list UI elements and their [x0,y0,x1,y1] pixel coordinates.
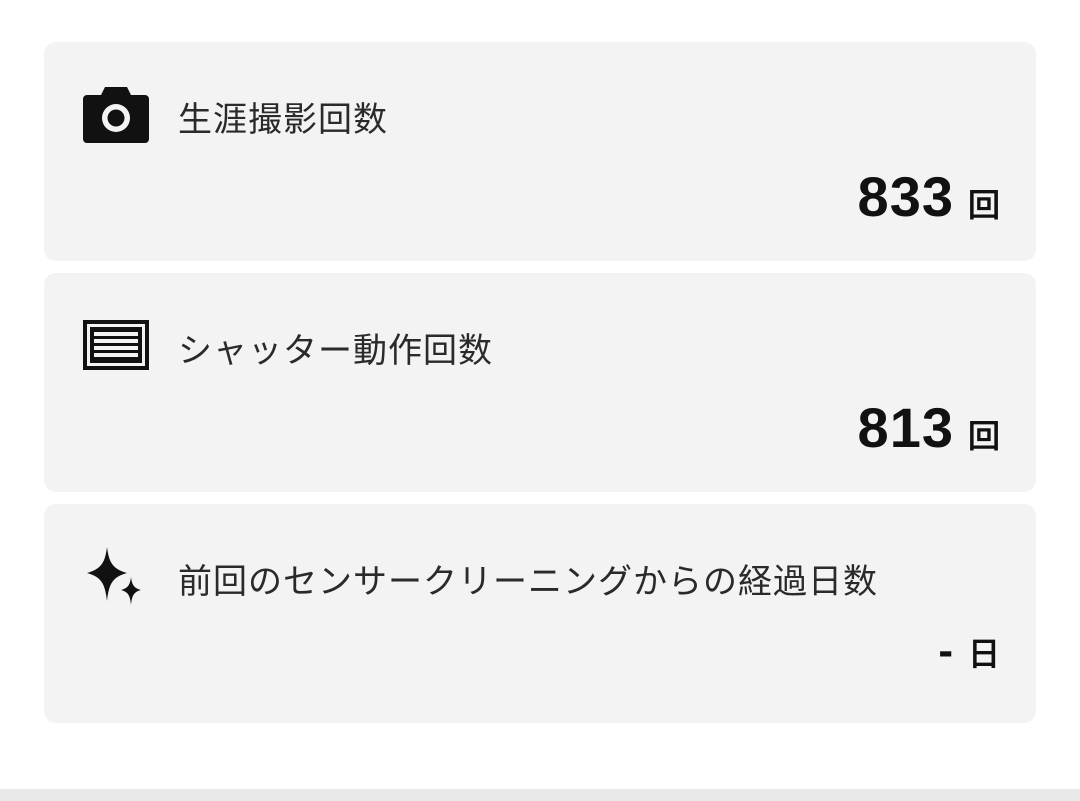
days-since-cleaning-label: 前回のセンサークリーニングからの経過日数 [178,562,878,602]
shutter-count-unit: 回 [967,417,1000,455]
shutter-count-card: シャッター動作回数 813 回 [44,273,1036,492]
shutter-count-number: 813 [857,396,954,459]
lifetime-shots-value: 833 回 [858,164,1000,229]
lifetime-shots-unit: 回 [967,186,1000,224]
days-since-cleaning-value: - 日 [938,626,1000,676]
shutter-count-label: シャッター動作回数 [178,331,493,371]
bottom-bar [0,789,1080,801]
lifetime-shots-card: 生涯撮影回数 833 回 [44,42,1036,261]
days-since-cleaning-number: - [938,626,954,675]
shutter-count-value: 813 回 [858,395,1000,460]
sparkle-icon [82,544,150,608]
shutter-icon [82,313,150,377]
days-since-cleaning-unit: 日 [967,635,1000,673]
camera-icon [82,82,150,146]
lifetime-shots-label: 生涯撮影回数 [178,100,388,140]
lifetime-shots-number: 833 [857,165,954,228]
days-since-cleaning-card: 前回のセンサークリーニングからの経過日数 - 日 [44,504,1036,723]
